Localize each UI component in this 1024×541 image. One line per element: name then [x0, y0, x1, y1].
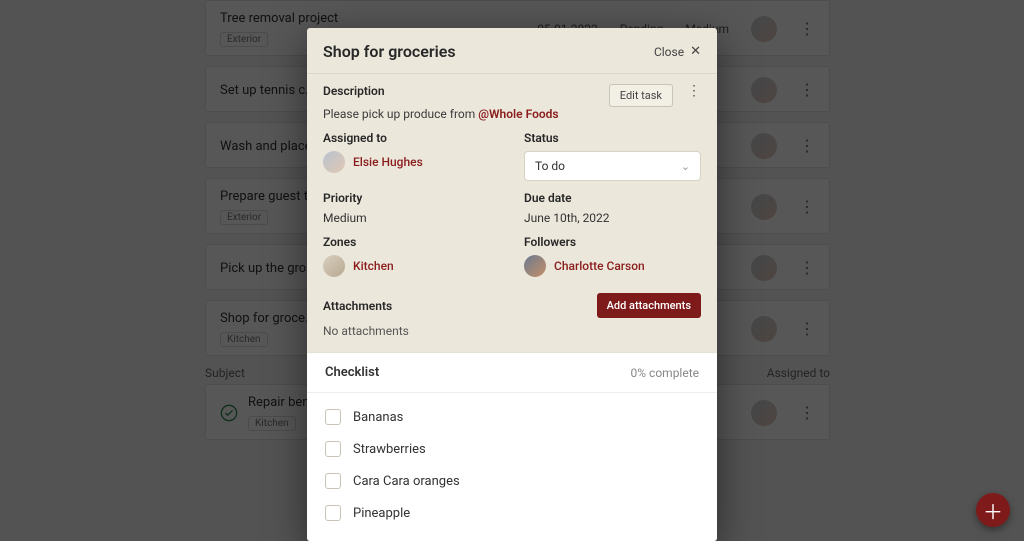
checklist-title: Checklist	[325, 365, 379, 380]
attachments-label: Attachments	[323, 299, 392, 313]
status-label: Status	[524, 131, 701, 145]
checklist-progress: 0% complete	[631, 366, 699, 380]
due-value: June 10th, 2022	[524, 211, 701, 225]
description-label: Description	[323, 84, 599, 98]
description-text: Please pick up produce from @Whole Foods	[323, 107, 701, 121]
close-icon: ✕	[690, 44, 701, 59]
modal-title: Shop for groceries	[323, 42, 456, 61]
priority-label: Priority	[323, 191, 500, 205]
checkbox[interactable]	[325, 441, 341, 457]
zone-chip[interactable]: Kitchen	[323, 255, 500, 277]
close-label: Close	[654, 45, 684, 59]
close-button[interactable]: Close ✕	[654, 44, 701, 59]
checklist-item: Cara Cara oranges	[325, 465, 699, 497]
zone-icon	[323, 255, 345, 277]
checkbox[interactable]	[325, 473, 341, 489]
checklist-panel: Checklist 0% complete Bananas Strawberri…	[307, 352, 717, 541]
description-prefix: Please pick up produce from	[323, 107, 478, 121]
avatar	[323, 151, 345, 173]
kebab-icon[interactable]: ⋮	[687, 84, 701, 98]
zones-label: Zones	[323, 235, 500, 249]
status-select[interactable]: To do ⌄	[524, 151, 701, 181]
add-fab-button[interactable]: ＋	[976, 493, 1010, 527]
priority-value: Medium	[323, 211, 500, 225]
due-label: Due date	[524, 191, 701, 205]
status-value: To do	[535, 159, 565, 173]
checklist-item: Pineapple	[325, 497, 699, 529]
task-detail-modal: Shop for groceries Close ✕ Description E…	[307, 28, 717, 541]
checklist-item-label: Cara Cara oranges	[353, 474, 460, 489]
checklist-item-label: Pineapple	[353, 506, 410, 521]
checklist-item-label: Strawberries	[353, 442, 426, 457]
followers-label: Followers	[524, 235, 701, 249]
chevron-down-icon: ⌄	[681, 160, 690, 173]
assigned-label: Assigned to	[323, 131, 500, 145]
checklist-item-label: Bananas	[353, 410, 403, 425]
plus-icon: ＋	[983, 496, 1003, 525]
checkbox[interactable]	[325, 409, 341, 425]
zone-name: Kitchen	[353, 259, 394, 273]
checkbox[interactable]	[325, 505, 341, 521]
edit-task-button[interactable]: Edit task	[609, 84, 673, 107]
follower-person[interactable]: Charlotte Carson	[524, 255, 701, 277]
follower-name: Charlotte Carson	[554, 259, 645, 273]
avatar	[524, 255, 546, 277]
no-attachments-text: No attachments	[323, 324, 701, 338]
assigned-name: Elsie Hughes	[353, 155, 423, 169]
mention-link[interactable]: @Whole Foods	[478, 107, 558, 121]
assigned-person[interactable]: Elsie Hughes	[323, 151, 500, 173]
checklist-item: Strawberries	[325, 433, 699, 465]
checklist-item: Bananas	[325, 401, 699, 433]
add-attachments-button[interactable]: Add attachments	[597, 293, 701, 318]
